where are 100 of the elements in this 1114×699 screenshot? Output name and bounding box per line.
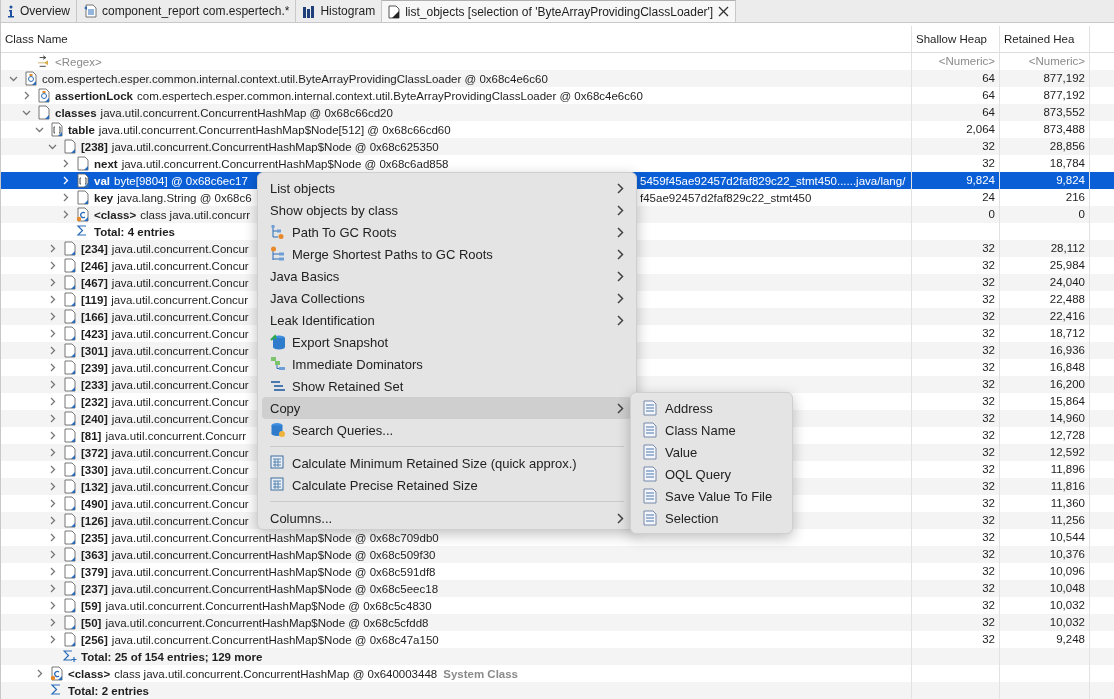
field-name: [232] <box>81 395 108 408</box>
object-label: java.util.concurrent.Concur <box>111 344 249 357</box>
shallow-heap-value: 32 <box>982 548 995 560</box>
shallow-heap-value: 32 <box>982 361 995 373</box>
shallow-heap-value: 64 <box>982 72 995 84</box>
retained-heap-value: 11,816 <box>1050 480 1085 492</box>
total-count: Total: 2 entries <box>68 684 149 697</box>
object-label: java.util.concurrent.Concur <box>111 463 249 476</box>
object-label: java.util.concurrent.ConcurrentHashMap$Node[512] @ 0x68c66cd60 <box>98 123 451 136</box>
field-name: [490] <box>81 497 108 510</box>
field-name: [423] <box>81 327 108 340</box>
retained-heap-value: 12,592 <box>1049 446 1085 458</box>
object-label: f45ae92457d2faf829c22_stmt450 <box>640 191 813 204</box>
shallow-heap-value: 24 <box>982 191 995 203</box>
shallow-heap-value: 32 <box>982 633 995 645</box>
shallow-heap-value: 64 <box>982 89 995 101</box>
retained-heap-value: 10,048 <box>1049 582 1085 594</box>
field-name: [126] <box>81 514 108 527</box>
field-name: val <box>94 174 110 187</box>
field-name: [256] <box>81 633 108 646</box>
object-label: 5459f45ae92457d2faf829c22_stmt450......java/lang/ <box>640 174 907 187</box>
retained-heap-value: 873,552 <box>1043 106 1085 118</box>
object-label: java.util.concurrent.Concurr <box>105 429 247 442</box>
object-label: java.util.concurrent.Concur <box>111 395 249 408</box>
shallow-heap-value: 2,064 <box>966 123 995 135</box>
shallow-heap-value: 32 <box>982 463 995 475</box>
retained-heap-value: 22,488 <box>1049 293 1085 305</box>
field-name: [379] <box>81 565 108 578</box>
field-name: key <box>94 191 114 204</box>
retained-heap-value: 877,192 <box>1043 89 1085 101</box>
object-label: java.util.concurrent.Concur <box>111 361 249 374</box>
retained-heap-value: 873,488 <box>1043 123 1085 135</box>
retained-heap-value: 12,728 <box>1049 429 1085 441</box>
field-name: [330] <box>81 463 108 476</box>
object-label: java.util.concurrent.Concur <box>111 276 249 289</box>
object-label: java.util.concurrent.Concur <box>111 310 249 323</box>
retained-heap-value: 22,416 <box>1049 310 1085 322</box>
retained-heap-value: 877,192 <box>1043 72 1085 84</box>
field-name: [81] <box>81 429 102 442</box>
retained-heap-value: 10,032 <box>1049 616 1085 628</box>
shallow-heap-value: 32 <box>982 242 995 254</box>
retained-heap-value: 11,896 <box>1050 463 1085 475</box>
object-label: java.util.concurrent.Concur <box>111 378 249 391</box>
field-name: [239] <box>81 361 108 374</box>
field-name: [246] <box>81 259 108 272</box>
retained-heap-value: 10,096 <box>1049 565 1085 577</box>
retained-heap-value: 15,864 <box>1049 395 1085 407</box>
retained-heap-value: 18,712 <box>1049 327 1085 339</box>
retained-heap-value: 28,112 <box>1050 242 1085 254</box>
shallow-heap-value: 32 <box>982 327 995 339</box>
shallow-heap-value: 32 <box>982 140 995 152</box>
shallow-heap-value: 32 <box>982 259 995 271</box>
object-label: java.util.concurrent.ConcurrentHashMap$Node @ 0x68c47a150 <box>111 633 439 646</box>
shallow-heap-value: 32 <box>982 378 995 390</box>
object-label: java.util.concurrent.Concur <box>111 242 249 255</box>
field-name: next <box>94 157 118 170</box>
field-name: [301] <box>81 344 108 357</box>
object-label: class java.util.concurrent.ConcurrentHashMap @ 0x640003448 <box>114 667 438 680</box>
retained-heap-value: 9,824 <box>1056 174 1085 186</box>
object-label: java.util.concurrent.Concur <box>111 446 249 459</box>
retained-heap-value: 16,936 <box>1049 344 1085 356</box>
object-label: java.util.concurrent.ConcurrentHashMap$Node @ 0x68c591df8 <box>111 565 436 578</box>
shallow-heap-value: 32 <box>982 344 995 356</box>
shallow-heap-value: 32 <box>982 310 995 322</box>
field-name: [50] <box>81 616 102 629</box>
object-label: java.util.concurrent.Concur <box>111 412 249 425</box>
shallow-heap-value: 32 <box>982 276 995 288</box>
field-name: [363] <box>81 548 108 561</box>
field-name: [237] <box>81 582 108 595</box>
object-label: java.util.concurrent.Concur <box>111 327 249 340</box>
total-count: Total: 4 entries <box>94 225 175 238</box>
shallow-heap-value: 32 <box>982 531 995 543</box>
shallow-heap-value: 64 <box>982 106 995 118</box>
shallow-heap-value: 32 <box>982 395 995 407</box>
shallow-heap-value: 32 <box>982 565 995 577</box>
retained-heap-value: 11,256 <box>1050 514 1085 526</box>
field-name: [119] <box>81 293 108 306</box>
retained-heap-value: 216 <box>1065 191 1085 203</box>
field-name: table <box>68 123 95 136</box>
shallow-heap-value: 32 <box>982 480 995 492</box>
field-name: [240] <box>81 412 108 425</box>
retained-heap-value: 10,376 <box>1049 548 1085 560</box>
shallow-heap-value: 32 <box>982 412 995 424</box>
object-label: java.util.concurrent.Concur <box>111 259 249 272</box>
field-name: [132] <box>81 480 108 493</box>
field-name: assertionLock <box>55 89 133 102</box>
retained-heap-value: 25,984 <box>1049 259 1085 271</box>
object-label: com.espertech.esper.common.internal.context.util.ByteArrayProvidingClassLoader @ 0x68c4e6c60 <box>137 89 643 102</box>
field-name: [59] <box>81 599 102 612</box>
object-label: java.util.concurrent.Concur <box>111 497 249 510</box>
field-name: [234] <box>81 242 108 255</box>
field-name: [467] <box>81 276 108 289</box>
shallow-heap-value: 32 <box>982 599 995 611</box>
total-count: Total: 25 of 154 entries; 129 more <box>81 650 263 663</box>
retained-heap-value: 14,960 <box>1049 412 1085 424</box>
object-label: java.util.concurrent.ConcurrentHashMap$Node @ 0x68c5cfdd8 <box>105 616 429 629</box>
shallow-heap-value: 32 <box>982 157 995 169</box>
field-name: [235] <box>81 531 108 544</box>
retained-heap-value: 9,248 <box>1056 633 1085 645</box>
object-label: java.util.concurrent.ConcurrentHashMap$Node @ 0x68c509f30 <box>111 548 436 561</box>
